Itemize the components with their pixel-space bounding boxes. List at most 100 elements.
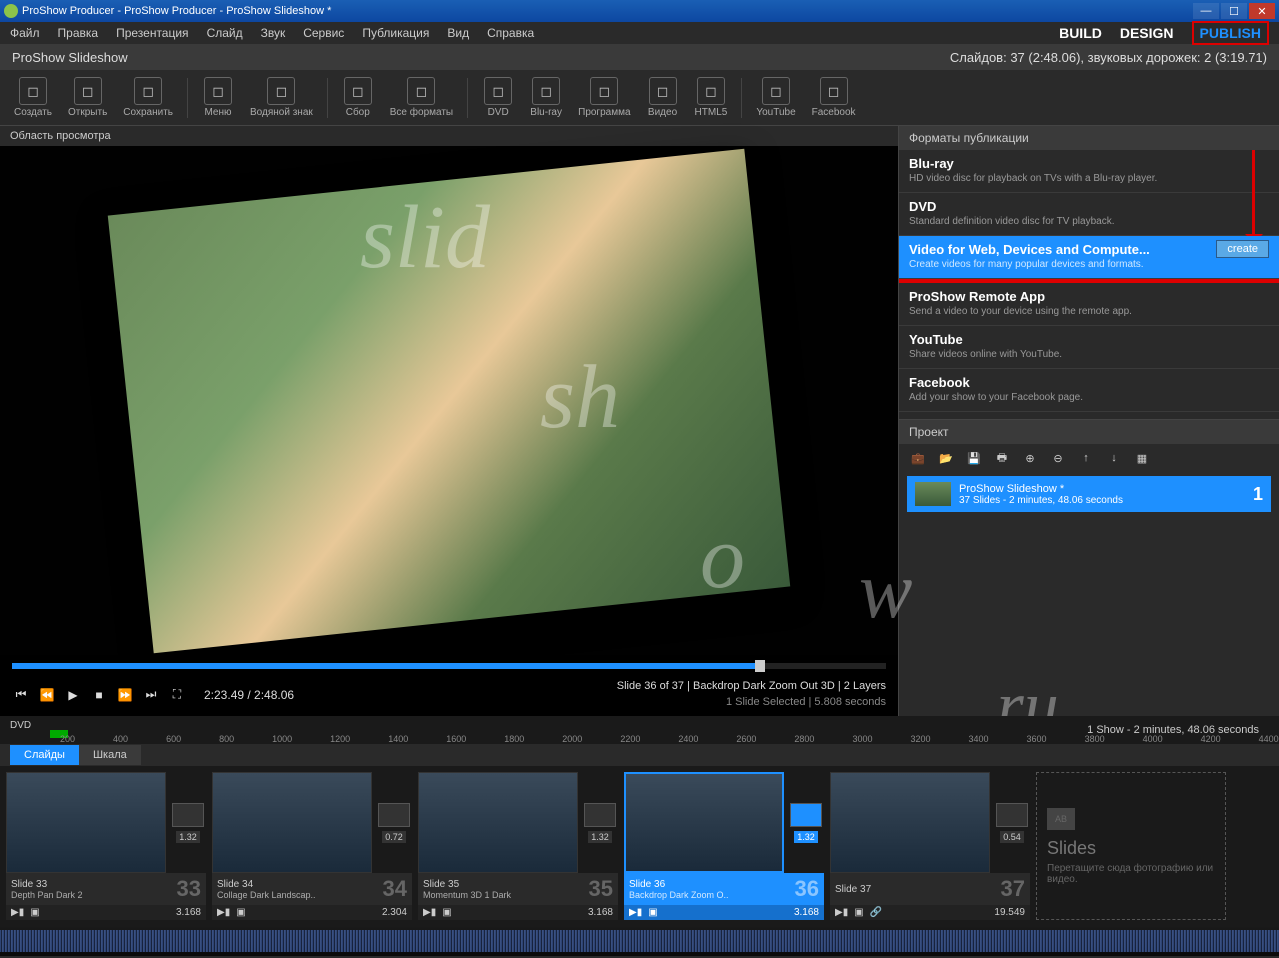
project-sub: 37 Slides - 2 minutes, 48.06 seconds bbox=[959, 495, 1253, 506]
layers-icon[interactable]: ▣ bbox=[30, 907, 39, 918]
toolbar-Меню[interactable]: ◻Меню bbox=[196, 73, 240, 122]
mode-publish[interactable]: PUBLISH bbox=[1192, 21, 1269, 45]
toolbar-Blu-ray[interactable]: ◻Blu-ray bbox=[524, 73, 568, 122]
slide-thumb[interactable] bbox=[6, 772, 166, 873]
toolbar-Создать[interactable]: ◻Создать bbox=[8, 73, 58, 122]
close-button[interactable]: ✕ bbox=[1249, 3, 1275, 19]
toolbar-icon: ◻ bbox=[19, 77, 47, 105]
forward-button[interactable]: ⏩ bbox=[116, 686, 134, 704]
transition-icon[interactable] bbox=[584, 803, 616, 827]
minimize-button[interactable]: — bbox=[1193, 3, 1219, 19]
toolbar-YouTube[interactable]: ◻YouTube bbox=[750, 73, 801, 122]
menu-slide[interactable]: Слайд bbox=[207, 26, 243, 40]
toolbar-DVD[interactable]: ◻DVD bbox=[476, 73, 520, 122]
transition-duration[interactable]: 0.72 bbox=[382, 831, 406, 843]
layers-icon[interactable]: ▣ bbox=[442, 907, 451, 918]
toolbar-Открыть[interactable]: ◻Открыть bbox=[62, 73, 113, 122]
grid-icon[interactable]: ▦ bbox=[1133, 450, 1151, 466]
publish-item[interactable]: YouTubeShare videos online with YouTube. bbox=[899, 326, 1279, 369]
titlebar: ProShow Producer - ProShow Producer - Pr… bbox=[0, 0, 1279, 22]
layers-icon[interactable]: ▣ bbox=[236, 907, 245, 918]
project-slide[interactable]: ProShow Slideshow * 37 Slides - 2 minute… bbox=[907, 476, 1271, 512]
menu-service[interactable]: Сервис bbox=[303, 26, 344, 40]
tab-slides[interactable]: Слайды bbox=[10, 745, 79, 765]
transition-icon[interactable] bbox=[790, 803, 822, 827]
play-button[interactable]: ▶ bbox=[64, 686, 82, 704]
layers-icon[interactable]: ▣ bbox=[854, 907, 863, 918]
publish-item[interactable]: FacebookAdd your show to your Facebook p… bbox=[899, 369, 1279, 412]
waveform[interactable] bbox=[0, 926, 1279, 956]
toolbar-HTML5[interactable]: ◻HTML5 bbox=[689, 73, 734, 122]
menu-presentation[interactable]: Презентация bbox=[116, 26, 189, 40]
drop-zone[interactable]: ABSlidesПеретащите сюда фотографию или в… bbox=[1036, 772, 1226, 920]
briefcase-icon[interactable]: 💼 bbox=[909, 450, 927, 466]
remove-icon[interactable]: ⊖ bbox=[1049, 450, 1067, 466]
slide-item[interactable]: 1.32Slide 35Momentum 3D 1 Dark35▶▮▣3.168 bbox=[418, 772, 618, 920]
transition-duration[interactable]: 0.54 bbox=[1000, 831, 1024, 843]
preview-photo bbox=[108, 148, 790, 652]
ruler: DVD 200400600800100012001400160018002000… bbox=[0, 716, 1279, 744]
slide-item[interactable]: 0.72Slide 34Collage Dark Landscap..34▶▮▣… bbox=[212, 772, 412, 920]
publish-item[interactable]: Video for Web, Devices and Compute...Cre… bbox=[899, 236, 1279, 279]
transition-icon[interactable] bbox=[172, 803, 204, 827]
tab-timeline[interactable]: Шкала bbox=[79, 745, 141, 765]
maximize-button[interactable]: ☐ bbox=[1221, 3, 1247, 19]
create-button[interactable]: create bbox=[1216, 240, 1269, 258]
menu-view[interactable]: Вид bbox=[447, 26, 469, 40]
save-icon[interactable]: 💾 bbox=[965, 450, 983, 466]
publish-item[interactable]: Blu-rayHD video disc for playback on TVs… bbox=[899, 150, 1279, 193]
slide-thumb[interactable] bbox=[624, 772, 784, 873]
toolbar-icon: ◻ bbox=[204, 77, 232, 105]
last-button[interactable]: ⏭ bbox=[142, 686, 160, 704]
project-header: Проект bbox=[899, 420, 1279, 444]
add-icon[interactable]: ⊕ bbox=[1021, 450, 1039, 466]
play-icon[interactable]: ▶▮ bbox=[423, 907, 436, 918]
play-icon[interactable]: ▶▮ bbox=[11, 907, 24, 918]
transition-duration[interactable]: 1.32 bbox=[588, 831, 612, 843]
menu-sound[interactable]: Звук bbox=[261, 26, 286, 40]
stop-button[interactable]: ■ bbox=[90, 686, 108, 704]
transition-icon[interactable] bbox=[378, 803, 410, 827]
menu-edit[interactable]: Правка bbox=[58, 26, 99, 40]
transition-duration[interactable]: 1.32 bbox=[794, 831, 818, 843]
toolbar-Программа[interactable]: ◻Программа bbox=[572, 73, 636, 122]
seek-bar[interactable] bbox=[12, 663, 886, 669]
play-icon[interactable]: ▶▮ bbox=[217, 907, 230, 918]
down-icon[interactable]: ↓ bbox=[1105, 450, 1123, 466]
slide-item[interactable]: 1.32Slide 33Depth Pan Dark 233▶▮▣3.168 bbox=[6, 772, 206, 920]
toolbar-Видео[interactable]: ◻Видео bbox=[641, 73, 685, 122]
menu-publish[interactable]: Публикация bbox=[362, 26, 429, 40]
toolbar-Все форматы[interactable]: ◻Все форматы bbox=[384, 73, 459, 122]
toolbar-Сохранить[interactable]: ◻Сохранить bbox=[117, 73, 179, 122]
toolbar-icon: ◻ bbox=[484, 77, 512, 105]
fullscreen-button[interactable]: ⛶ bbox=[168, 686, 186, 704]
slide-thumb[interactable] bbox=[418, 772, 578, 873]
mode-build[interactable]: BUILD bbox=[1059, 25, 1102, 41]
transition-icon[interactable] bbox=[996, 803, 1028, 827]
toolbar-Водяной знак[interactable]: ◻Водяной знак bbox=[244, 73, 319, 122]
slide-thumb[interactable] bbox=[830, 772, 990, 873]
toolbar-Facebook[interactable]: ◻Facebook bbox=[806, 73, 862, 122]
selection-info: 1 Slide Selected | 5.808 seconds bbox=[617, 695, 886, 710]
mode-design[interactable]: DESIGN bbox=[1120, 25, 1174, 41]
play-icon[interactable]: ▶▮ bbox=[629, 907, 642, 918]
transport: ⏮ ⏪ ▶ ■ ⏩ ⏭ ⛶ 2:23.49 / 2:48.06 Slide 36… bbox=[0, 673, 898, 716]
menu-help[interactable]: Справка bbox=[487, 26, 534, 40]
open-icon[interactable]: 📂 bbox=[937, 450, 955, 466]
layers-icon[interactable]: ▣ bbox=[648, 907, 657, 918]
toolbar-Сбор[interactable]: ◻Сбор bbox=[336, 73, 380, 122]
first-button[interactable]: ⏮ bbox=[12, 686, 30, 704]
preview-canvas[interactable]: slid sh o bbox=[0, 146, 898, 655]
slide-item[interactable]: 1.32Slide 36Backdrop Dark Zoom O..36▶▮▣3… bbox=[624, 772, 824, 920]
publish-item[interactable]: ProShow Remote AppSend a video to your d… bbox=[899, 283, 1279, 326]
up-icon[interactable]: ↑ bbox=[1077, 450, 1095, 466]
rewind-button[interactable]: ⏪ bbox=[38, 686, 56, 704]
slide-item[interactable]: 0.54Slide 3737▶▮▣🔗19.549 bbox=[830, 772, 1030, 920]
play-icon[interactable]: ▶▮ bbox=[835, 907, 848, 918]
menu-file[interactable]: Файл bbox=[10, 26, 40, 40]
publish-item[interactable]: VimeoProduce and upload videos to Vimeo. bbox=[899, 412, 1279, 419]
slide-thumb[interactable] bbox=[212, 772, 372, 873]
publish-item[interactable]: DVDStandard definition video disc for TV… bbox=[899, 193, 1279, 236]
print-icon[interactable]: 🖶 bbox=[993, 450, 1011, 466]
transition-duration[interactable]: 1.32 bbox=[176, 831, 200, 843]
